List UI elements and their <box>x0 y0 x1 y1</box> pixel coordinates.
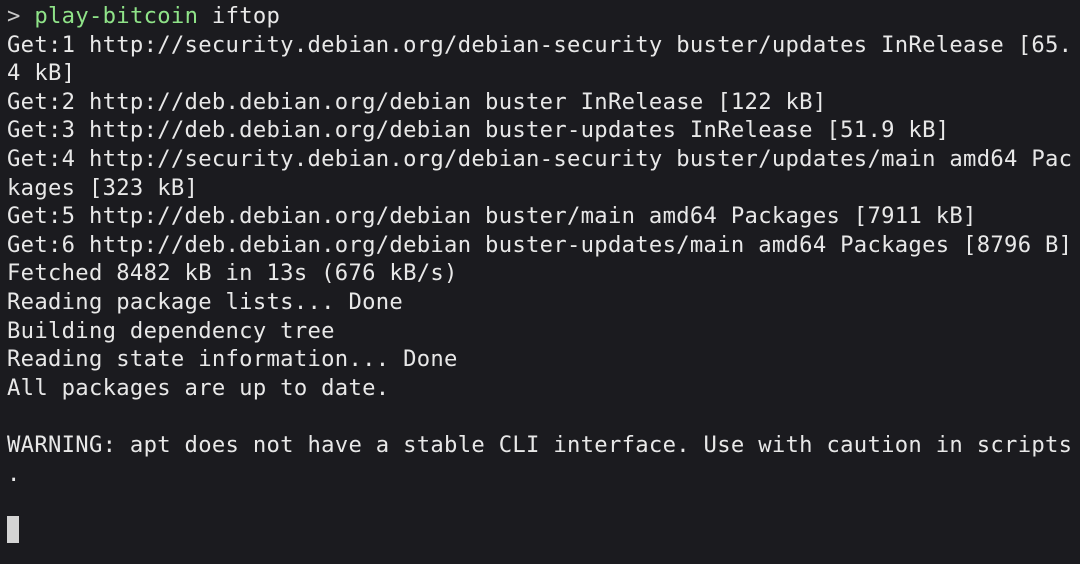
prompt-line: > play-bitcoin iftop <box>7 2 1080 31</box>
output-line: Get:2 http://deb.debian.org/debian buste… <box>7 88 827 115</box>
output-line: Get:5 http://deb.debian.org/debian buste… <box>7 203 977 230</box>
output-line: Get:6 http://deb.debian.org/debian buste… <box>7 231 1073 258</box>
command-text: iftop <box>211 3 281 29</box>
warning-line-continuation: . <box>7 460 21 487</box>
prompt-directory: play-bitcoin <box>34 3 199 29</box>
output-line: Building dependency tree <box>7 317 335 344</box>
output-line: Get:3 http://deb.debian.org/debian buste… <box>7 117 950 144</box>
output-line: Get:1 http://security.debian.org/debian-… <box>7 31 1073 58</box>
terminal-window[interactable]: > play-bitcoin iftop Get:1 http://securi… <box>0 0 1080 564</box>
output-line: Reading state information... Done <box>7 346 458 373</box>
output-line: Get:4 http://security.debian.org/debian-… <box>7 145 1073 172</box>
output-line: Reading package lists... Done <box>7 288 404 315</box>
terminal-cursor[interactable] <box>7 516 19 543</box>
output-line: 4 kB] <box>7 60 76 87</box>
warning-line: WARNING: apt does not have a stable CLI … <box>7 431 1073 458</box>
prompt-marker: > <box>7 3 21 29</box>
output-line: All packages are up to date. <box>7 374 390 401</box>
output-line: Fetched 8482 kB in 13s (676 kB/s) <box>7 260 458 287</box>
output-line: kages [323 kB] <box>7 174 199 201</box>
